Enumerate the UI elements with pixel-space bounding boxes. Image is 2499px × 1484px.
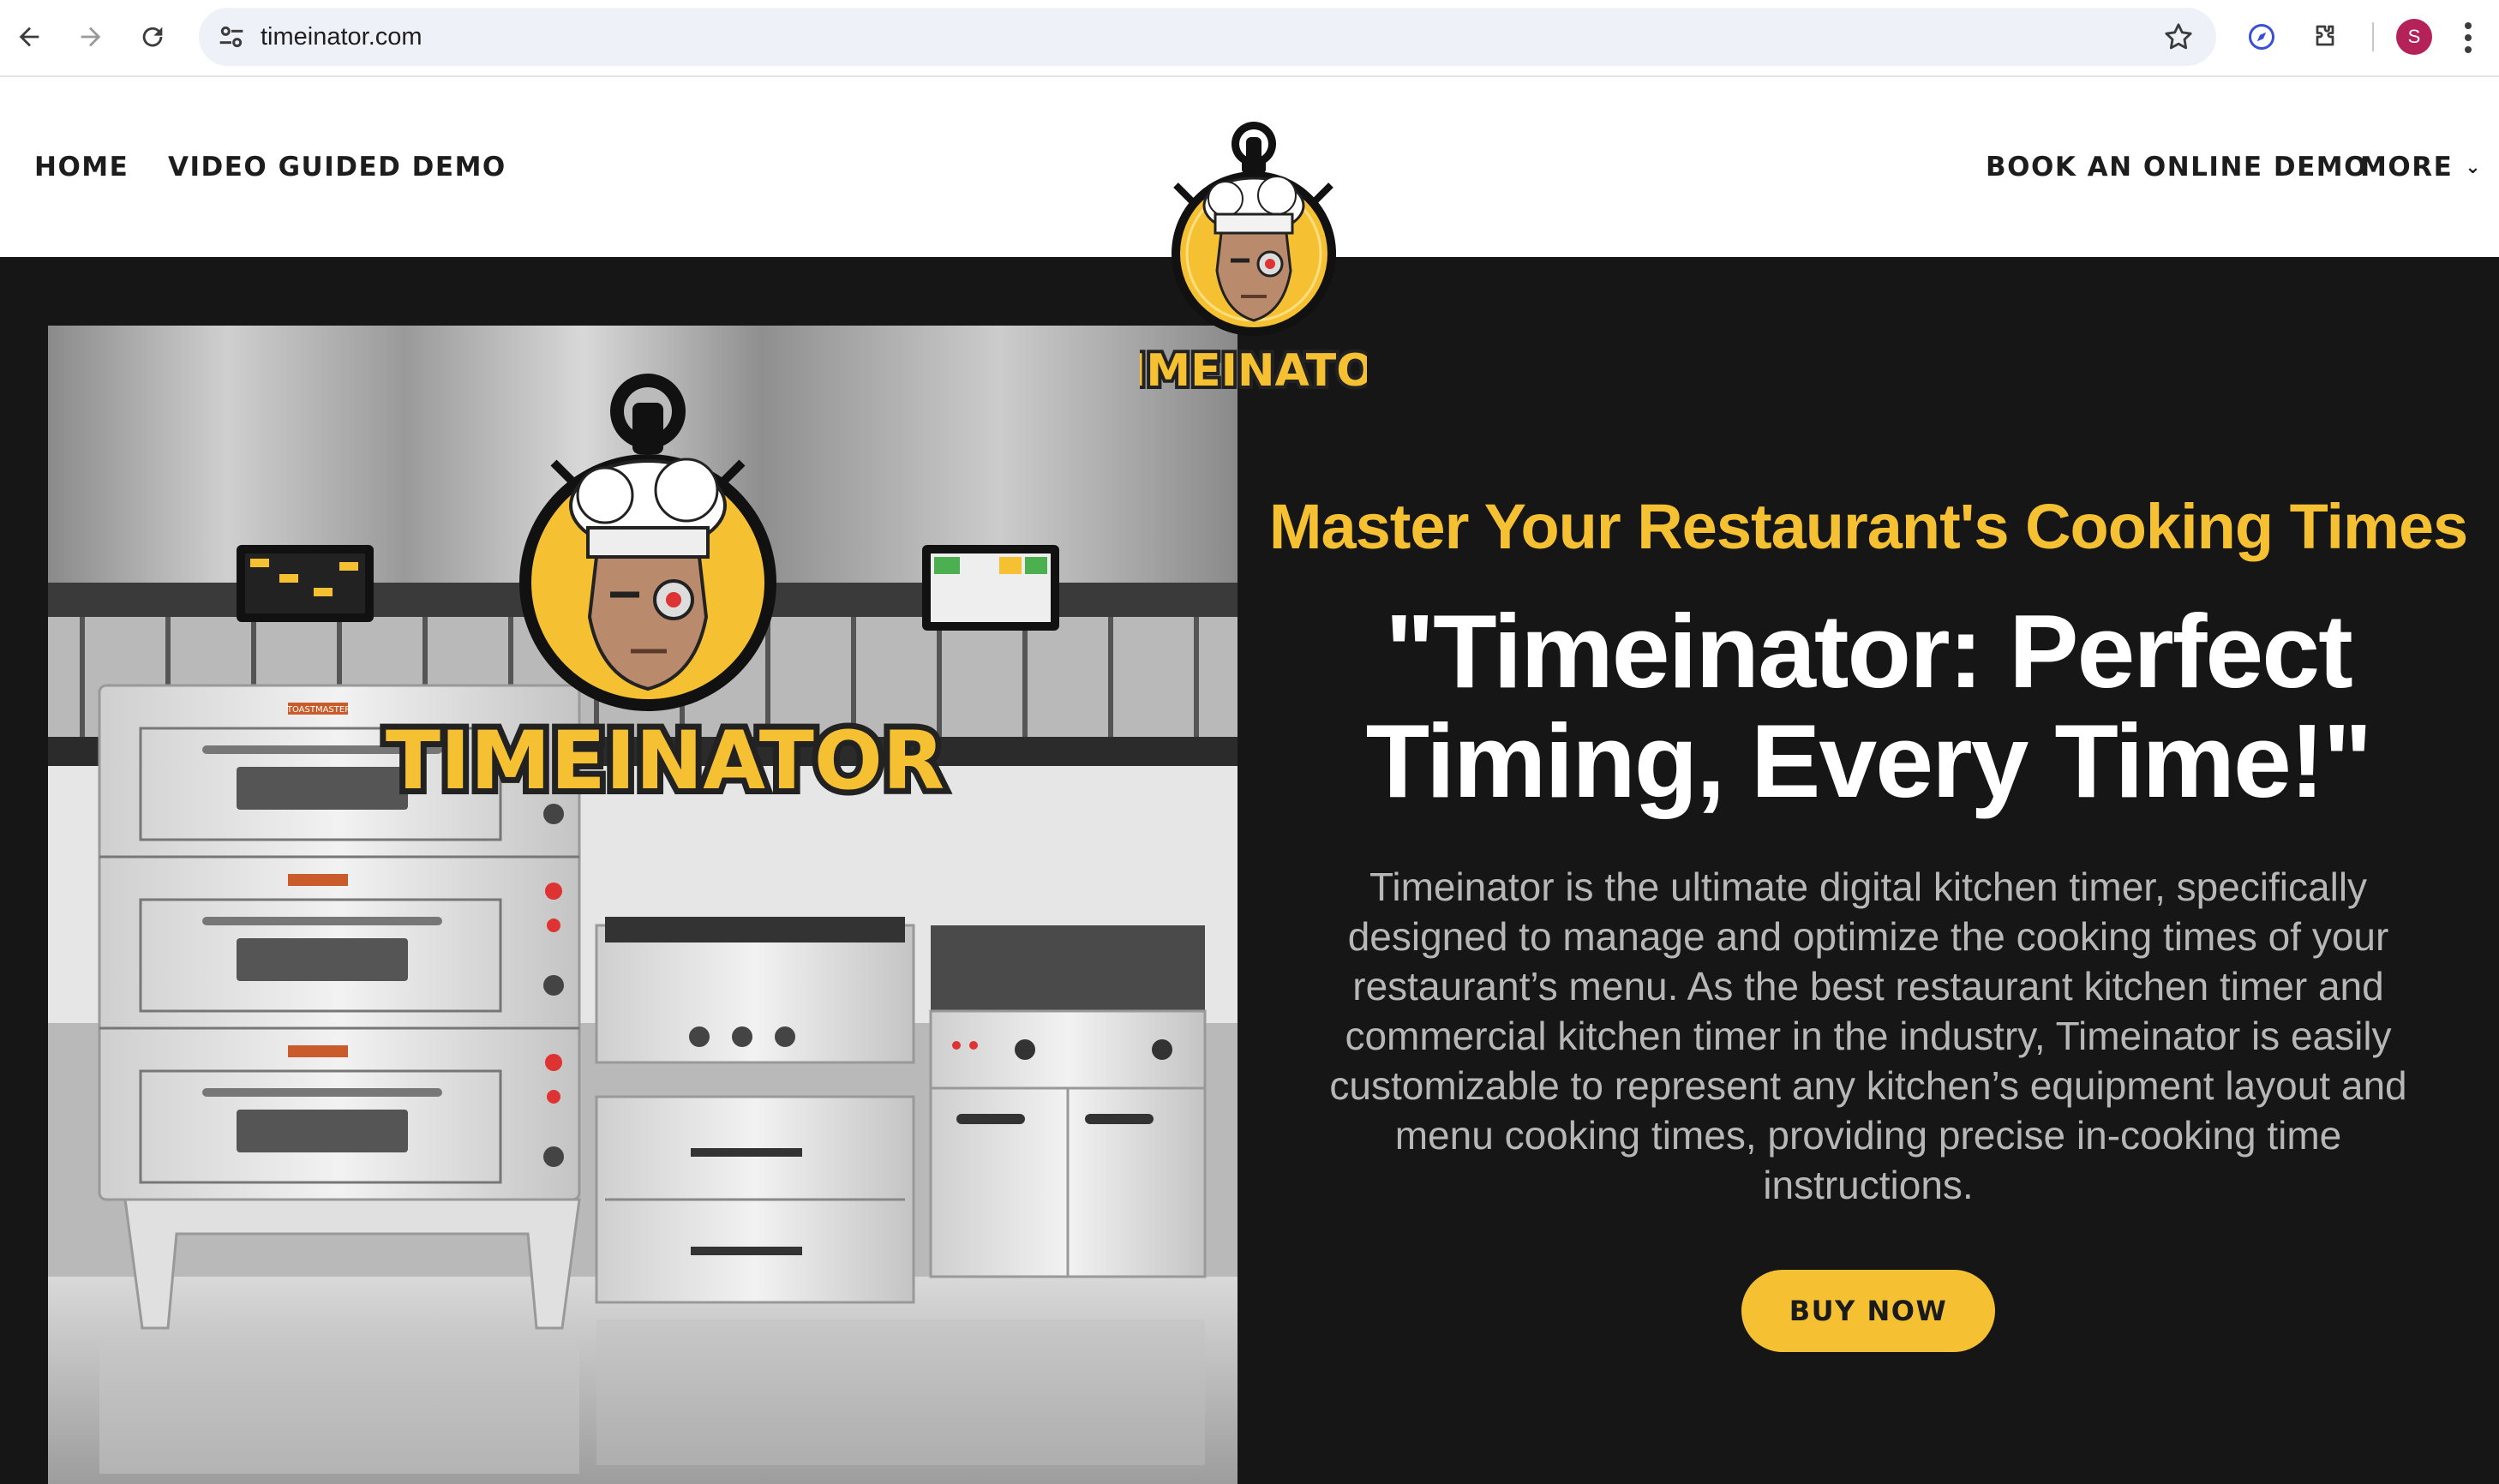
nav-video-guided-demo[interactable]: VIDEO GUIDED DEMO — [168, 77, 506, 257]
forward-arrow-icon[interactable] — [69, 15, 113, 59]
stopwatch-chef-logo-icon: TIMEINATOR TIMEINATOR — [1096, 122, 1411, 400]
oven-badge: TOASTMASTER — [286, 705, 351, 715]
nav-more-label: MORE — [2360, 152, 2454, 183]
url-text[interactable]: timeinator.com — [261, 8, 422, 66]
reload-icon[interactable] — [130, 15, 175, 59]
bookmark-star-icon[interactable] — [2161, 20, 2196, 54]
logo-wordmark: TIMEINATOR — [1140, 345, 1367, 397]
chevron-down-icon: ⌄ — [2465, 157, 2483, 178]
extensions-puzzle-icon[interactable] — [2305, 17, 2345, 57]
image-wordmark: TIMEINATOR — [386, 715, 944, 808]
extension-compass-icon[interactable] — [2242, 17, 2281, 57]
nav-home[interactable]: HOME — [34, 77, 129, 257]
more-vertical-icon[interactable] — [2460, 21, 2477, 55]
buy-now-button[interactable]: BUY NOW — [1741, 1270, 1995, 1352]
nav-book-online-demo[interactable]: BOOK AN ONLINE DEMO — [1986, 77, 2368, 257]
back-arrow-icon[interactable] — [7, 15, 51, 59]
nav-more-dropdown[interactable]: MORE ⌄ — [2360, 77, 2482, 257]
kitchen-equipment-image: TIMEINATOR TIMEINATOR TOASTMASTER — [48, 326, 1238, 1484]
kitchen-illustration: TIMEINATOR TIMEINATOR TOASTMASTER — [48, 326, 1238, 1484]
hero-description: Timeinator is the ultimate digital kitch… — [1329, 865, 2407, 1207]
address-bar[interactable]: timeinator.com — [199, 8, 2216, 66]
site-logo[interactable]: TIMEINATOR TIMEINATOR — [1096, 118, 1411, 410]
toolbar-separator — [2372, 22, 2374, 51]
site-settings-icon[interactable] — [214, 20, 249, 54]
hero-kicker: Master Your Restaurant's Cooking Times — [1268, 491, 2468, 562]
hero-section: TIMEINATOR TIMEINATOR TOASTMASTER Master… — [0, 257, 2499, 1484]
profile-avatar[interactable]: S — [2396, 19, 2432, 55]
hero-headline: "Timeinator: Perfect Timing, Every Time!… — [1365, 593, 2373, 819]
browser-toolbar: timeinator.com S — [0, 0, 2499, 77]
